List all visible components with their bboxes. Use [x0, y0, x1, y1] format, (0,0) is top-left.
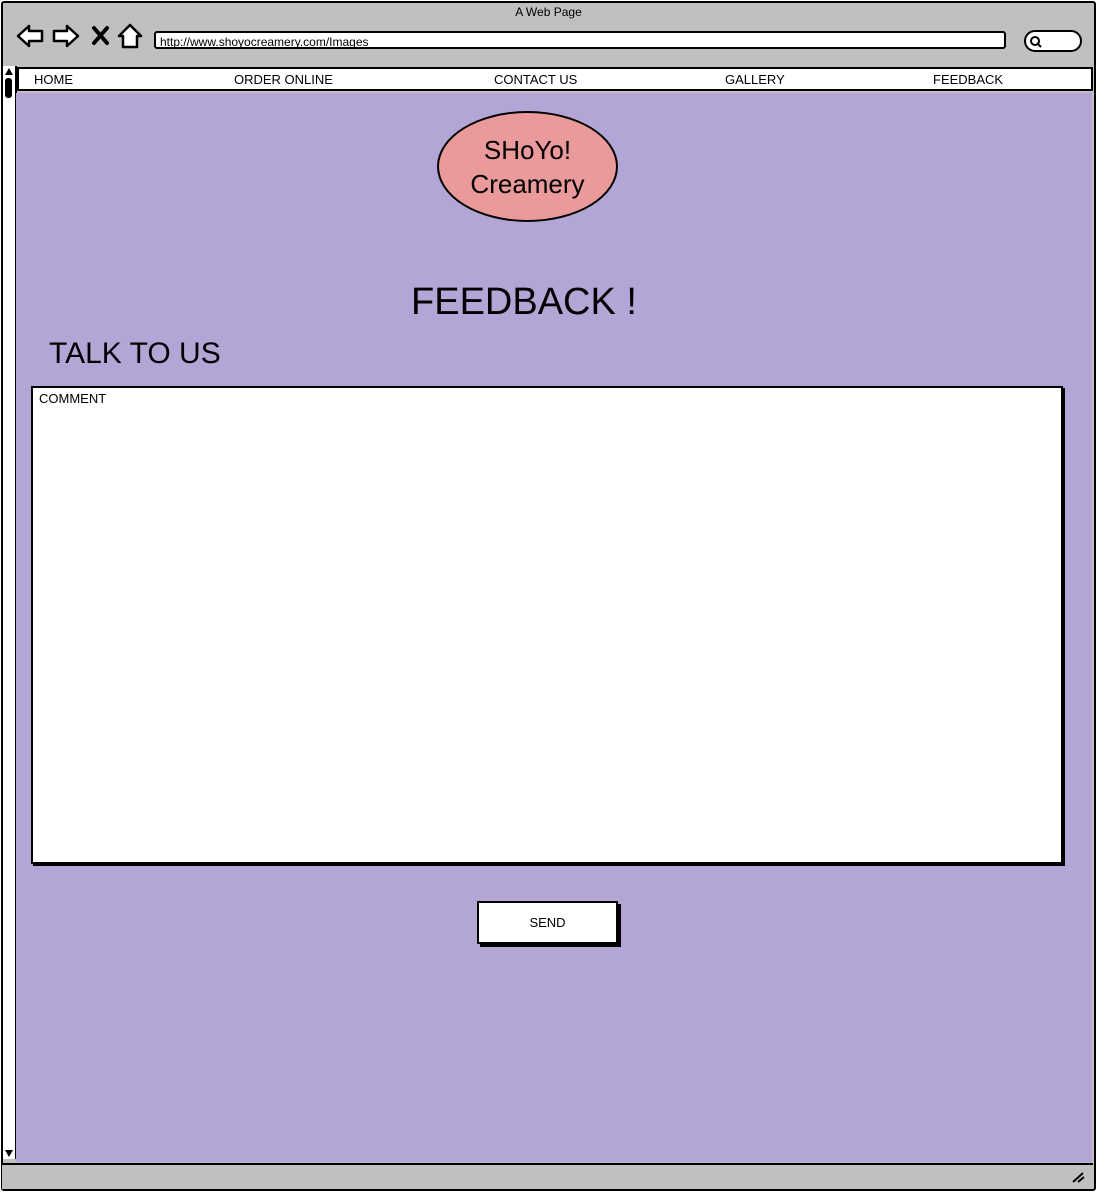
scroll-thumb[interactable]	[5, 78, 12, 98]
send-button[interactable]: SEND	[477, 901, 618, 944]
comment-placeholder: COMMENT	[39, 391, 107, 406]
address-bar[interactable]: http://www.shoyocreamery.com/Images	[154, 31, 1006, 49]
search-field[interactable]	[1024, 30, 1082, 52]
scroll-up-icon[interactable]	[3, 66, 15, 77]
vertical-scrollbar[interactable]	[2, 66, 17, 1159]
nav-order-online[interactable]: ORDER ONLINE	[234, 72, 333, 87]
resize-grip-icon[interactable]	[1071, 1171, 1085, 1183]
nav-home[interactable]: HOME	[34, 72, 73, 87]
page-title: FEEDBACK !	[411, 281, 637, 323]
back-arrow-icon[interactable]	[16, 22, 44, 50]
logo[interactable]: SHoYo! Creamery	[437, 111, 618, 222]
page-content: SHoYo! Creamery FEEDBACK ! TALK TO US CO…	[16, 93, 1092, 1162]
search-icon	[1030, 36, 1042, 48]
logo-line2: Creamery	[470, 168, 585, 199]
nav-contact-us[interactable]: CONTACT US	[494, 72, 577, 87]
logo-line1: SHoYo!	[483, 134, 572, 165]
scroll-down-icon[interactable]	[3, 1148, 15, 1159]
nav-feedback[interactable]: FEEDBACK	[933, 72, 1003, 87]
forward-arrow-icon[interactable]	[52, 22, 80, 50]
home-icon[interactable]	[117, 22, 145, 50]
comment-textarea[interactable]: COMMENT	[31, 386, 1063, 864]
window-title: A Web Page	[515, 5, 582, 19]
status-bar	[2, 1163, 1093, 1189]
close-icon[interactable]	[90, 22, 118, 50]
page-subtitle: TALK TO US	[49, 337, 221, 370]
nav-gallery[interactable]: GALLERY	[725, 72, 785, 87]
site-nav: HOME ORDER ONLINE CONTACT US GALLERY FEE…	[17, 67, 1093, 91]
